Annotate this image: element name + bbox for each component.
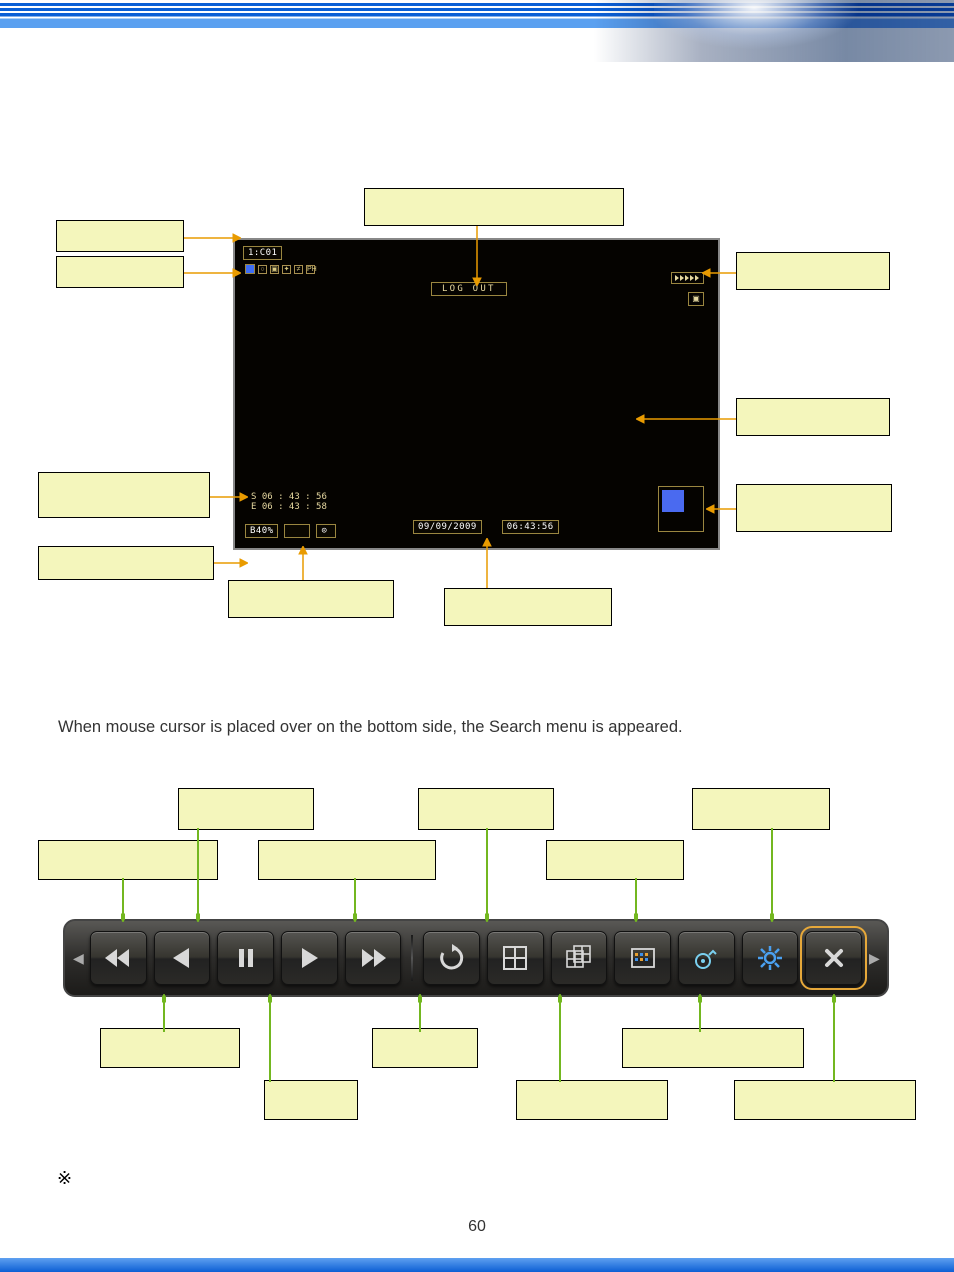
page-number: 60 — [0, 1218, 954, 1236]
fast-rewind-button[interactable] — [90, 931, 147, 985]
arrow-icon — [298, 546, 308, 584]
backup-box1 — [284, 524, 310, 538]
page-header-banner — [0, 0, 954, 62]
exit-button[interactable] — [805, 931, 862, 985]
reverse-play-button[interactable] — [154, 931, 211, 985]
arrow-icon — [558, 994, 562, 1082]
callout-box — [264, 1080, 358, 1120]
callout-box — [736, 398, 890, 436]
status-icon: ✦ — [282, 265, 291, 274]
status-icons-row: ○ ▣ ✦ ≠ PH — [245, 264, 315, 274]
scroll-left-icon[interactable]: ◀ — [73, 950, 83, 967]
arrow-icon — [162, 994, 166, 1032]
backup-percent: B40% — [245, 524, 278, 538]
datetime-display: 09/09/2009 06:43:56 — [413, 520, 559, 534]
backup-box2: ⊙ — [316, 524, 336, 538]
pause-button[interactable] — [217, 931, 274, 985]
callout-box — [418, 788, 554, 830]
backup-button[interactable] — [678, 931, 735, 985]
settings-button[interactable] — [742, 931, 799, 985]
channel-label: 1:C01 — [243, 246, 282, 260]
multi-split-button[interactable] — [551, 931, 608, 985]
callout-box — [622, 1028, 804, 1068]
callout-box — [38, 840, 218, 880]
backup-row: B40% ⊙ — [245, 524, 336, 538]
callout-box — [178, 788, 314, 830]
arrow-icon — [196, 828, 200, 922]
note-symbol: ※ — [57, 1168, 72, 1189]
arrow-icon — [636, 414, 740, 424]
arrow-icon — [181, 233, 241, 243]
arrow-icon — [472, 220, 482, 286]
callout-box — [516, 1080, 668, 1120]
arrow-icon — [268, 994, 272, 1082]
status-icon: ○ — [258, 265, 267, 274]
callout-box — [228, 580, 394, 618]
calendar-search-button[interactable] — [614, 931, 671, 985]
callout-box — [734, 1080, 916, 1120]
arrow-icon — [208, 492, 248, 502]
split-2x2-button[interactable] — [487, 931, 544, 985]
refresh-button[interactable] — [423, 931, 480, 985]
minimap-selected-icon — [662, 490, 684, 512]
current-time: 06:43:56 — [502, 520, 559, 534]
search-toolbar: ◀ ▶ — [63, 919, 889, 997]
callout-box — [258, 840, 436, 880]
mode-icon: ▣ — [688, 292, 704, 306]
footer-bar — [0, 1258, 954, 1272]
callout-box — [372, 1028, 478, 1068]
status-icon: PH — [306, 265, 315, 274]
callout-box — [736, 252, 890, 290]
arrow-icon — [706, 504, 740, 514]
arrow-icon — [482, 538, 492, 590]
toolbar-divider — [411, 935, 413, 981]
arrow-icon — [485, 828, 489, 922]
logout-label: LOG OUT — [431, 282, 507, 296]
arrow-icon — [353, 878, 357, 922]
callout-box — [56, 220, 184, 252]
banner-graphic — [594, 0, 954, 62]
fast-forward-indicator-icon — [671, 272, 704, 284]
play-button[interactable] — [281, 931, 338, 985]
callout-box — [38, 546, 214, 580]
status-icon: ▣ — [270, 265, 279, 274]
channel-minimap — [658, 486, 704, 532]
start-time: S 06 : 43 : 56 — [251, 492, 327, 502]
arrow-icon — [181, 268, 241, 278]
callout-box — [100, 1028, 240, 1068]
arrow-icon — [832, 994, 836, 1082]
body-paragraph: When mouse cursor is placed over on the … — [58, 718, 683, 737]
callout-box — [736, 484, 892, 532]
arrow-icon — [418, 994, 422, 1032]
fast-forward-button[interactable] — [345, 931, 402, 985]
arrow-icon — [634, 878, 638, 922]
callout-box — [38, 472, 210, 518]
callout-box — [364, 188, 624, 226]
scroll-right-icon[interactable]: ▶ — [869, 950, 879, 967]
callout-box — [692, 788, 830, 830]
arrow-icon — [770, 828, 774, 922]
record-indicator-icon — [245, 264, 255, 274]
callout-box — [444, 588, 612, 626]
current-date: 09/09/2009 — [413, 520, 482, 534]
end-time: E 06 : 43 : 58 — [251, 502, 327, 512]
arrow-icon — [698, 994, 702, 1032]
status-icon: ≠ — [294, 265, 303, 274]
arrow-icon — [214, 558, 248, 568]
callout-box — [56, 256, 184, 288]
callout-box — [546, 840, 684, 880]
start-end-times: S 06 : 43 : 56 E 06 : 43 : 58 — [251, 492, 327, 512]
arrow-icon — [121, 878, 125, 922]
